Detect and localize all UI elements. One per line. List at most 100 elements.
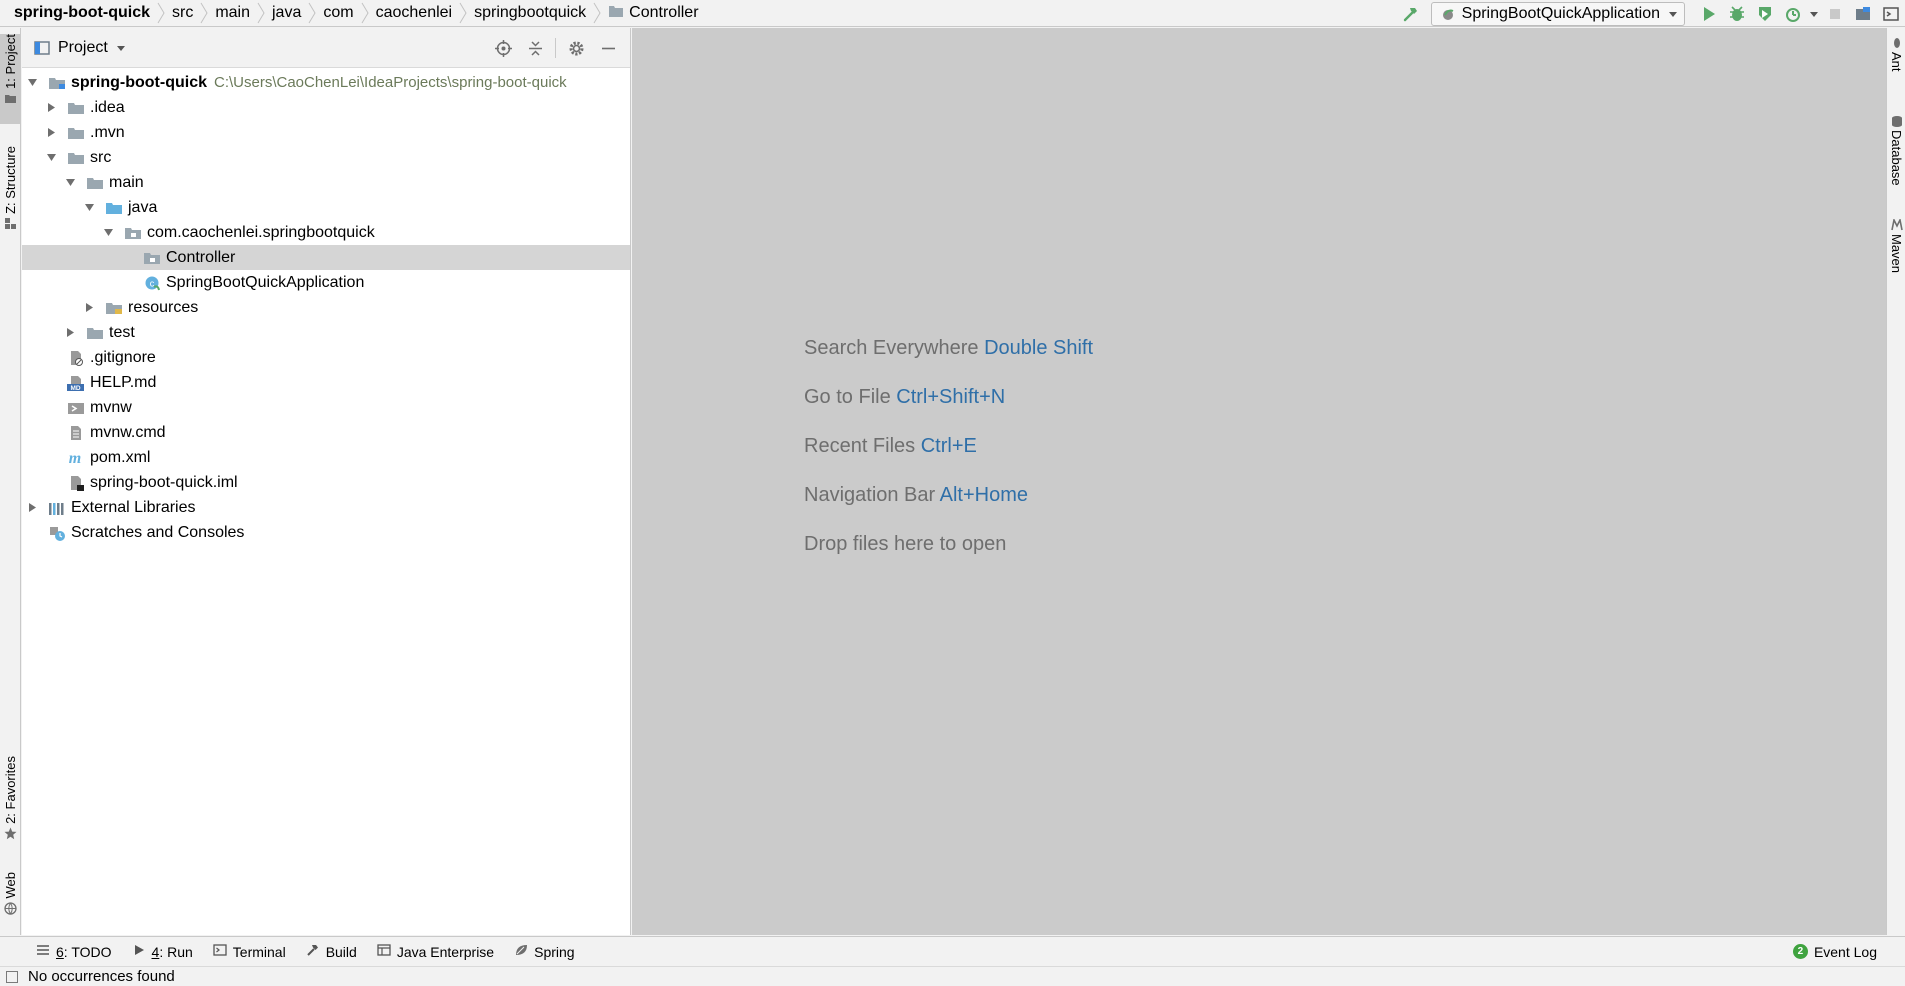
breadcrumb-item[interactable]: spring-boot-quick (10, 0, 154, 26)
tree-node[interactable]: com.caochenlei.springbootquick (22, 220, 630, 245)
collapsed-arrow-icon[interactable] (45, 102, 57, 114)
expanded-arrow-icon[interactable] (64, 177, 76, 189)
tree-node-path: C:\Users\CaoChenLei\IdeaProjects\spring-… (213, 74, 567, 91)
package-icon (143, 250, 161, 266)
profile-icon[interactable] (1779, 1, 1807, 27)
tab-web[interactable]: Web (0, 872, 21, 932)
tree-node-label: spring-boot-quick.iml (90, 473, 238, 491)
project-structure-icon[interactable] (1849, 1, 1877, 27)
tab-favorites[interactable]: 2: Favorites (0, 756, 21, 852)
breadcrumb-item[interactable]: src (168, 0, 197, 26)
collapsed-arrow-icon[interactable] (45, 127, 57, 139)
run-icon[interactable] (1695, 1, 1723, 27)
bottom-tab-build-hammer[interactable]: Build (296, 937, 367, 966)
tab-database[interactable]: Database (1887, 112, 1905, 202)
bottom-tab-mnemonic: 4 (151, 943, 160, 960)
tree-node[interactable]: .idea (22, 95, 630, 120)
libraries-icon (48, 500, 66, 516)
run-configuration-select[interactable]: SpringBootQuickApplication (1430, 1, 1685, 26)
expanded-arrow-icon[interactable] (102, 227, 114, 239)
hide-panel-icon[interactable] (592, 33, 624, 63)
breadcrumb-separator-icon (358, 0, 372, 26)
expanded-arrow-icon[interactable] (45, 152, 57, 164)
debug-icon[interactable] (1723, 1, 1751, 27)
editor-hint-text: Recent Files (804, 435, 916, 457)
todo-icon (36, 943, 56, 960)
stop-icon[interactable] (1821, 1, 1849, 27)
editor-hint: Go to File Ctrl+Shift+N (804, 373, 1093, 422)
collapse-all-icon[interactable] (519, 33, 551, 63)
markdown-file-icon: MD (67, 375, 85, 391)
tree-node[interactable]: spring-boot-quick C:\Users\CaoChenLei\Ide… (22, 70, 630, 95)
chevron-down-icon (116, 45, 125, 51)
module-icon (48, 75, 66, 91)
collapsed-arrow-icon[interactable] (83, 302, 95, 314)
tree-node[interactable]: .gitignore (22, 345, 630, 370)
bottom-tab-label: Build (325, 943, 357, 960)
tree-node[interactable]: mvnw (22, 395, 630, 420)
bottom-tab-todo[interactable]: 6: TODO (26, 937, 122, 966)
event-log-button[interactable]: 2 Event Log (1792, 937, 1877, 966)
expanded-arrow-icon[interactable] (83, 202, 95, 214)
tree-node[interactable]: External Libraries (22, 495, 630, 520)
breadcrumb-label: spring-boot-quick (14, 4, 150, 21)
collapsed-arrow-icon[interactable] (64, 327, 76, 339)
chevron-down-icon[interactable] (1807, 1, 1821, 27)
breadcrumb-item[interactable]: Controller (604, 0, 702, 26)
folder-icon (67, 150, 85, 166)
tree-node[interactable]: Scratches and Consoles (22, 520, 630, 545)
breadcrumb-separator-icon (197, 0, 211, 26)
tree-node[interactable]: m pom.xml (22, 445, 630, 470)
tree-node[interactable]: c SpringBootQuickApplication (22, 270, 630, 295)
expanded-arrow-icon[interactable] (26, 77, 38, 89)
editor-hint-shortcut: Ctrl+Shift+N (896, 386, 1006, 408)
tab-ant[interactable]: Ant (1887, 34, 1905, 94)
breadcrumb-item[interactable]: main (211, 0, 254, 26)
bottom-tab-run[interactable]: 4: Run (122, 937, 203, 966)
tab-maven[interactable]: Maven (1887, 216, 1905, 286)
breadcrumb-item[interactable]: java (268, 0, 305, 26)
iml-file-icon (67, 475, 85, 491)
tree-node[interactable]: src (22, 145, 630, 170)
tree-node[interactable]: java (22, 195, 630, 220)
editor-hint-text: Navigation Bar (804, 484, 936, 506)
tree-node[interactable]: main (22, 170, 630, 195)
tree-node[interactable]: test (22, 320, 630, 345)
tree-node[interactable]: spring-boot-quick.iml (22, 470, 630, 495)
tab-project[interactable]: 1: Project (0, 34, 21, 124)
tab-structure-label: Z: Structure (3, 146, 18, 214)
tree-node-label: Controller (166, 248, 236, 266)
bottom-tab-spring-leaf[interactable]: Spring (504, 937, 584, 966)
build-hammer-icon[interactable] (1397, 1, 1425, 27)
collapsed-arrow-icon[interactable] (26, 502, 38, 514)
editor-empty-area[interactable]: Search Everywhere Double Shift Go to File… (632, 28, 1886, 935)
locate-file-icon[interactable] (487, 33, 519, 63)
terminal-window-icon[interactable] (1877, 1, 1905, 27)
event-log-label: Event Log (1813, 943, 1877, 960)
breadcrumb-item[interactable]: com (319, 0, 357, 26)
run-icon (132, 943, 152, 960)
tool-windows-toggle-icon[interactable] (6, 970, 18, 983)
bottom-tab-terminal[interactable]: Terminal (203, 937, 296, 966)
tree-node-label: pom.xml (90, 448, 151, 466)
tree-node[interactable]: Controller (22, 245, 630, 270)
project-view-selector[interactable]: Project (22, 39, 126, 57)
gear-icon[interactable] (560, 33, 592, 63)
coverage-icon[interactable] (1751, 1, 1779, 27)
tree-node[interactable]: resources (22, 295, 630, 320)
spring-class-icon: c (143, 275, 161, 291)
editor-hint-text: Drop files here to open (804, 533, 1007, 555)
bottom-tabs: 6: TODO 4: Run Terminal Build Java Enterpris… (0, 937, 585, 966)
tree-node-label: .gitignore (90, 348, 156, 366)
editor-hint-text: Go to File (804, 386, 891, 408)
breadcrumb-item[interactable]: caochenlei (372, 0, 457, 26)
tree-node[interactable]: mvnw.cmd (22, 420, 630, 445)
breadcrumb-item[interactable]: springbootquick (470, 0, 590, 26)
tree-node[interactable]: .mvn (22, 120, 630, 145)
bottom-tab-label: Terminal (232, 943, 286, 960)
bottom-tab-java-enterprise[interactable]: Java Enterprise (367, 937, 504, 966)
tree-node[interactable]: MD HELP.md (22, 370, 630, 395)
tree-node-label: mvnw.cmd (90, 423, 166, 441)
project-tool-window: Project spring-boot-quick C:\Users\CaoChe… (22, 28, 631, 935)
tab-structure[interactable]: Z: Structure (0, 146, 21, 242)
